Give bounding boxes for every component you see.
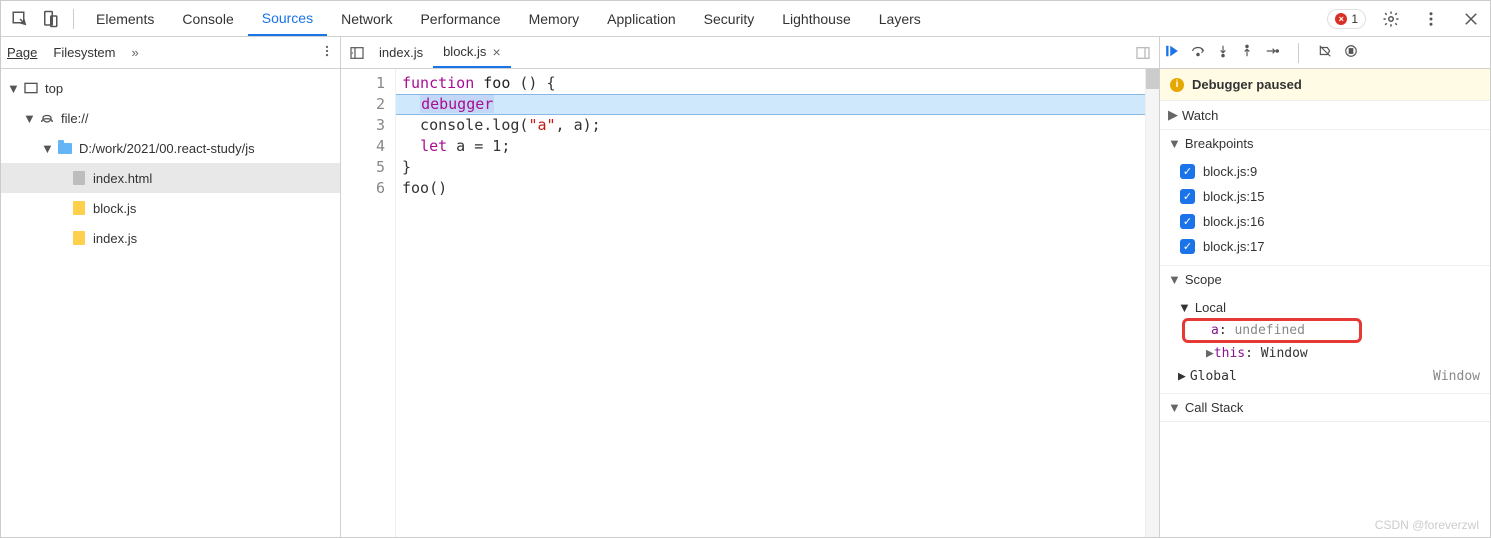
editor-pane: index.js block.js × 123456 function foo (… bbox=[341, 37, 1160, 537]
tree-top-label: top bbox=[45, 81, 63, 96]
tree-top[interactable]: ▼top bbox=[1, 73, 340, 103]
section-label: Scope bbox=[1185, 272, 1222, 287]
divider bbox=[1298, 43, 1299, 63]
breakpoint-row[interactable]: ✓ block.js:9 bbox=[1160, 159, 1490, 184]
variable-a-highlight: a: undefined bbox=[1182, 318, 1362, 343]
file-tab-label: index.js bbox=[379, 45, 423, 60]
tab-sources[interactable]: Sources bbox=[248, 1, 327, 36]
file-tab[interactable]: block.js × bbox=[433, 37, 511, 68]
kebab-icon[interactable] bbox=[320, 44, 334, 61]
gear-icon[interactable] bbox=[1382, 10, 1400, 28]
tab-performance[interactable]: Performance bbox=[406, 1, 514, 36]
tab-network[interactable]: Network bbox=[327, 1, 406, 36]
close-icon[interactable] bbox=[1462, 10, 1480, 28]
scope-local[interactable]: ▼Local bbox=[1178, 297, 1490, 318]
close-tab-icon[interactable]: × bbox=[492, 44, 500, 60]
checkbox-icon[interactable]: ✓ bbox=[1180, 164, 1195, 179]
tab-memory[interactable]: Memory bbox=[515, 1, 594, 36]
toggle-nav-icon[interactable] bbox=[349, 45, 365, 61]
section-breakpoints[interactable]: ▼Breakpoints bbox=[1160, 130, 1490, 157]
tab-application[interactable]: Application bbox=[593, 1, 690, 36]
tree-file[interactable]: index.js bbox=[1, 223, 340, 253]
scope-global[interactable]: ▶GlobalWindow bbox=[1160, 366, 1490, 387]
navigator-pane: Page Filesystem » ▼top ▼file:// ▼D:/work… bbox=[1, 37, 341, 537]
deactivate-bp-icon[interactable] bbox=[1317, 44, 1333, 61]
tree-file-label: block.js bbox=[93, 201, 136, 216]
debugger-status-text: Debugger paused bbox=[1192, 77, 1302, 92]
toggle-sidebar-icon[interactable] bbox=[1135, 45, 1151, 61]
file-tab-label: block.js bbox=[443, 44, 486, 59]
section-label: Watch bbox=[1182, 108, 1218, 123]
var-value: undefined bbox=[1234, 323, 1304, 338]
breakpoint-row[interactable]: ✓ block.js:15 bbox=[1160, 184, 1490, 209]
watermark: CSDN @foreverzwl bbox=[1375, 518, 1479, 532]
code-editor[interactable]: 123456 function foo () { debugger consol… bbox=[341, 69, 1159, 537]
checkbox-icon[interactable]: ✓ bbox=[1180, 189, 1195, 204]
tab-layers[interactable]: Layers bbox=[865, 1, 935, 36]
error-badge[interactable]: × 1 bbox=[1327, 9, 1366, 29]
error-icon: × bbox=[1335, 13, 1347, 25]
breakpoint-row[interactable]: ✓ block.js:16 bbox=[1160, 209, 1490, 234]
file-tree: ▼top ▼file:// ▼D:/work/2021/00.react-stu… bbox=[1, 69, 340, 257]
divider bbox=[73, 9, 74, 29]
step-into-icon[interactable] bbox=[1216, 44, 1230, 61]
scope-local-label: Local bbox=[1195, 300, 1226, 315]
section-watch[interactable]: ▶Watch bbox=[1160, 101, 1490, 129]
tree-folder-label: D:/work/2021/00.react-study/js bbox=[79, 141, 255, 156]
resume-icon[interactable] bbox=[1164, 44, 1180, 61]
pause-exceptions-icon[interactable] bbox=[1343, 44, 1359, 61]
step-icon[interactable] bbox=[1264, 44, 1280, 61]
tree-file[interactable]: block.js bbox=[1, 193, 340, 223]
inspect-icon[interactable] bbox=[11, 10, 29, 28]
section-callstack[interactable]: ▼Call Stack bbox=[1160, 394, 1490, 421]
error-count: 1 bbox=[1351, 12, 1358, 26]
file-tab[interactable]: index.js bbox=[369, 37, 433, 68]
breakpoint-label: block.js:16 bbox=[1203, 214, 1264, 229]
device-icon[interactable] bbox=[41, 10, 59, 28]
scope-global-label: Global bbox=[1190, 369, 1237, 384]
section-scope[interactable]: ▼Scope bbox=[1160, 266, 1490, 293]
var-name: a bbox=[1211, 323, 1219, 338]
debugger-pane: i Debugger paused ▶Watch ▼Breakpoints ✓ b… bbox=[1160, 37, 1490, 537]
nav-tab-page[interactable]: Page bbox=[7, 45, 37, 60]
kebab-icon[interactable] bbox=[1422, 10, 1440, 28]
step-over-icon[interactable] bbox=[1190, 44, 1206, 61]
nav-tab-filesystem[interactable]: Filesystem bbox=[53, 45, 115, 60]
step-out-icon[interactable] bbox=[1240, 44, 1254, 61]
section-label: Call Stack bbox=[1185, 400, 1244, 415]
code-body[interactable]: function foo () { debugger console.log("… bbox=[396, 69, 1159, 537]
var-value: Window bbox=[1261, 346, 1308, 361]
breakpoint-label: block.js:9 bbox=[1203, 164, 1257, 179]
panel-tabs: Elements Console Sources Network Perform… bbox=[82, 1, 935, 36]
checkbox-icon[interactable]: ✓ bbox=[1180, 214, 1195, 229]
variable-this[interactable]: ▶this: Window bbox=[1178, 343, 1490, 364]
tab-console[interactable]: Console bbox=[168, 1, 247, 36]
tree-folder[interactable]: ▼D:/work/2021/00.react-study/js bbox=[1, 133, 340, 163]
breakpoint-row[interactable]: ✓ block.js:17 bbox=[1160, 234, 1490, 259]
nav-tab-more[interactable]: » bbox=[132, 45, 139, 60]
tree-origin[interactable]: ▼file:// bbox=[1, 103, 340, 133]
tab-security[interactable]: Security bbox=[690, 1, 769, 36]
debugger-status: i Debugger paused bbox=[1160, 69, 1490, 101]
line-gutter: 123456 bbox=[341, 69, 396, 537]
info-icon: i bbox=[1170, 78, 1184, 92]
checkbox-icon[interactable]: ✓ bbox=[1180, 239, 1195, 254]
breakpoint-label: block.js:15 bbox=[1203, 189, 1264, 204]
tree-file-label: index.js bbox=[93, 231, 137, 246]
tab-elements[interactable]: Elements bbox=[82, 1, 168, 36]
devtools-toolbar: Elements Console Sources Network Perform… bbox=[1, 1, 1490, 37]
scope-global-value: Window bbox=[1433, 369, 1490, 384]
tree-file[interactable]: index.html bbox=[1, 163, 340, 193]
tree-file-label: index.html bbox=[93, 171, 152, 186]
breakpoint-label: block.js:17 bbox=[1203, 239, 1264, 254]
tree-origin-label: file:// bbox=[61, 111, 88, 126]
section-label: Breakpoints bbox=[1185, 136, 1254, 151]
var-name: this bbox=[1214, 346, 1245, 361]
tab-lighthouse[interactable]: Lighthouse bbox=[768, 1, 865, 36]
